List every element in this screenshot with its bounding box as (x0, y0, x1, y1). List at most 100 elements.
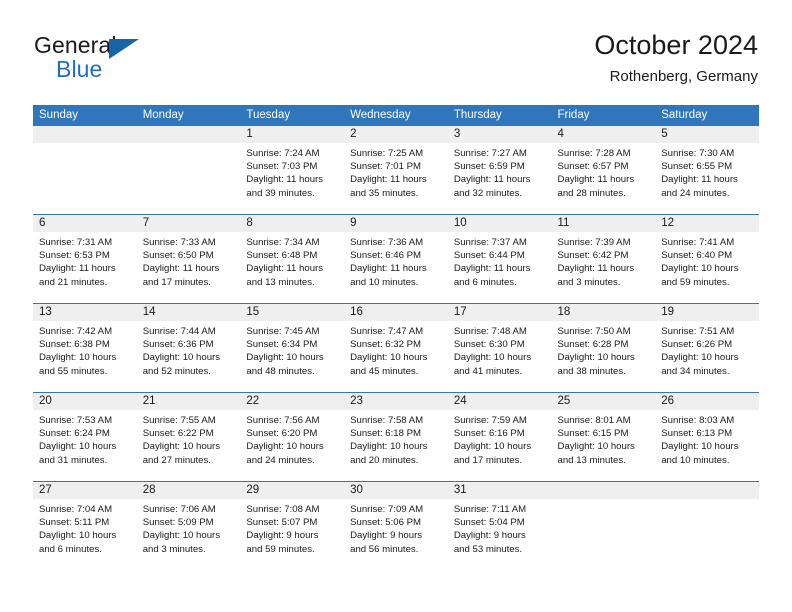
day-sun-info: Sunrise: 7:50 AM Sunset: 6:28 PM Daylight:… (552, 321, 656, 378)
calendar-day-cell[interactable]: 7 Sunrise: 7:33 AM Sunset: 6:50 PM Daylight… (136, 214, 241, 304)
sunset-text: Sunset: 6:26 PM (661, 339, 733, 351)
sunrise-text: Sunrise: 7:25 AM (350, 148, 424, 159)
sunset-text: Sunset: 6:22 PM (142, 428, 214, 440)
daylight-text-line2: and 3 minutes. (557, 276, 621, 288)
day-number-band: 19 (655, 304, 759, 321)
daylight-text-line2: and 45 minutes. (350, 365, 419, 377)
calendar-day-cell[interactable]: 29 Sunrise: 7:08 AM Sunset: 5:07 PM Dayligh… (240, 481, 345, 570)
calendar-day-cell[interactable]: 31 Sunrise: 7:11 AM Sunset: 5:04 PM Dayligh… (447, 481, 552, 570)
sunset-text: Sunset: 5:09 PM (142, 517, 214, 529)
daylight-text-line1: Daylight: 10 hours (557, 441, 635, 453)
sunset-text: Sunset: 6:32 PM (350, 339, 422, 351)
calendar-day-cell[interactable]: 17 Sunrise: 7:48 AM Sunset: 6:30 PM Dayligh… (447, 303, 552, 393)
calendar-day-cell[interactable]: 11 Sunrise: 7:39 AM Sunset: 6:42 PM Dayligh… (551, 214, 656, 304)
calendar-day-cell[interactable]: 16 Sunrise: 7:47 AM Sunset: 6:32 PM Dayligh… (344, 303, 448, 393)
calendar-day-cell[interactable]: 3 Sunrise: 7:27 AM Sunset: 6:59 PM Daylight… (447, 126, 552, 215)
sunrise-text: Sunrise: 7:28 AM (557, 148, 631, 159)
calendar-day-cell[interactable]: 19 Sunrise: 7:51 AM Sunset: 6:26 PM Dayligh… (655, 303, 759, 393)
day-cell-inner: 1 Sunrise: 7:24 AM Sunset: 7:03 PM Daylight… (240, 126, 345, 214)
calendar-day-cell[interactable]: 13 Sunrise: 7:42 AM Sunset: 6:38 PM Dayligh… (33, 303, 137, 393)
sunrise-text: Sunrise: 7:37 AM (453, 237, 527, 248)
calendar-day-cell-empty (655, 481, 759, 570)
sunrise-text: Sunrise: 7:34 AM (246, 237, 320, 248)
sunrise-text: Sunrise: 7:42 AM (39, 326, 113, 337)
sunset-text: Sunset: 6:34 PM (246, 339, 318, 351)
calendar-day-cell[interactable]: 9 Sunrise: 7:36 AM Sunset: 6:46 PM Daylight… (344, 214, 448, 304)
daylight-text-line1: Daylight: 10 hours (661, 441, 739, 453)
calendar-day-cell[interactable]: 26 Sunrise: 8:03 AM Sunset: 6:13 PM Dayligh… (655, 392, 759, 482)
weekday-header-monday: Monday (136, 105, 241, 126)
calendar-day-cell[interactable]: 20 Sunrise: 7:53 AM Sunset: 6:24 PM Dayligh… (33, 392, 137, 482)
day-cell-inner: 6 Sunrise: 7:31 AM Sunset: 6:53 PM Daylight… (33, 215, 137, 303)
calendar-day-cell[interactable]: 21 Sunrise: 7:55 AM Sunset: 6:22 PM Dayligh… (136, 392, 241, 482)
calendar-day-cell[interactable]: 18 Sunrise: 7:50 AM Sunset: 6:28 PM Dayligh… (551, 303, 656, 393)
calendar-day-cell[interactable]: 28 Sunrise: 7:06 AM Sunset: 5:09 PM Dayligh… (136, 481, 241, 570)
day-sun-info: Sunrise: 7:33 AM Sunset: 6:50 PM Daylight:… (137, 232, 241, 289)
day-number: 28 (142, 484, 156, 496)
day-number: 17 (453, 306, 467, 318)
daylight-text-line2: and 10 minutes. (350, 276, 419, 288)
calendar-day-cell[interactable]: 5 Sunrise: 7:30 AM Sunset: 6:55 PM Daylight… (655, 126, 759, 215)
calendar-week-row: 1 Sunrise: 7:24 AM Sunset: 7:03 PM Daylight… (33, 126, 759, 215)
calendar-day-cell[interactable]: 23 Sunrise: 7:58 AM Sunset: 6:18 PM Dayligh… (344, 392, 448, 482)
page-header: General Blue October 2024 Rothenberg, Ge… (34, 28, 758, 90)
day-number-band: 16 (344, 304, 448, 321)
day-number: 30 (350, 484, 363, 496)
day-number-band: 17 (447, 304, 552, 321)
day-cell-inner: 31 Sunrise: 7:11 AM Sunset: 5:04 PM Dayligh… (447, 482, 552, 570)
general-blue-logo[interactable]: General Blue (34, 32, 154, 86)
calendar-day-cell[interactable]: 14 Sunrise: 7:44 AM Sunset: 6:36 PM Dayligh… (136, 303, 241, 393)
sunrise-text: Sunrise: 7:55 AM (142, 415, 216, 426)
sunrise-text: Sunrise: 7:59 AM (453, 415, 527, 426)
day-cell-inner (33, 126, 137, 214)
day-cell-inner: 29 Sunrise: 7:08 AM Sunset: 5:07 PM Dayligh… (240, 482, 345, 570)
day-number-band: 31 (447, 482, 552, 499)
day-sun-info: Sunrise: 8:01 AM Sunset: 6:15 PM Daylight:… (552, 410, 656, 467)
calendar-day-cell[interactable]: 24 Sunrise: 7:59 AM Sunset: 6:16 PM Dayligh… (447, 392, 552, 482)
sunrise-text: Sunrise: 7:36 AM (350, 237, 424, 248)
logo-text-general: General (34, 32, 117, 58)
calendar-week-row: 13 Sunrise: 7:42 AM Sunset: 6:38 PM Dayligh… (33, 303, 759, 393)
sunset-text: Sunset: 6:20 PM (246, 428, 318, 440)
day-number: 10 (453, 217, 467, 229)
weekday-header-wednesday: Wednesday (344, 105, 448, 126)
calendar-day-cell[interactable]: 12 Sunrise: 7:41 AM Sunset: 6:40 PM Dayligh… (655, 214, 759, 304)
calendar-day-cell[interactable]: 25 Sunrise: 8:01 AM Sunset: 6:15 PM Dayligh… (551, 392, 656, 482)
daylight-text-line1: Daylight: 11 hours (246, 263, 324, 275)
calendar-week-row: 27 Sunrise: 7:04 AM Sunset: 5:11 PM Dayligh… (33, 481, 759, 570)
daylight-text-line1: Daylight: 10 hours (453, 352, 532, 364)
weekday-header-saturday: Saturday (655, 105, 759, 126)
calendar-day-cell[interactable]: 15 Sunrise: 7:45 AM Sunset: 6:34 PM Dayligh… (240, 303, 345, 393)
day-number: 12 (661, 217, 675, 229)
daylight-text-line2: and 20 minutes. (350, 454, 419, 466)
calendar-day-cell[interactable]: 30 Sunrise: 7:09 AM Sunset: 5:06 PM Dayligh… (344, 481, 448, 570)
day-sun-info: Sunrise: 7:30 AM Sunset: 6:55 PM Daylight:… (655, 143, 759, 200)
day-sun-info: Sunrise: 7:58 AM Sunset: 6:18 PM Daylight:… (344, 410, 448, 467)
calendar-day-cell[interactable]: 10 Sunrise: 7:37 AM Sunset: 6:44 PM Dayligh… (447, 214, 552, 304)
calendar-day-cell[interactable]: 2 Sunrise: 7:25 AM Sunset: 7:01 PM Daylight… (344, 126, 448, 215)
day-number-band: 15 (240, 304, 345, 321)
day-number: 21 (142, 395, 156, 407)
calendar-page: General Blue October 2024 Rothenberg, Ge… (0, 0, 792, 612)
logo-text-blue: Blue (56, 56, 103, 82)
sunset-text: Sunset: 6:59 PM (453, 161, 525, 173)
calendar-day-cell[interactable]: 27 Sunrise: 7:04 AM Sunset: 5:11 PM Dayligh… (33, 481, 137, 570)
day-sun-info: Sunrise: 7:27 AM Sunset: 6:59 PM Daylight:… (448, 143, 552, 200)
day-sun-info: Sunrise: 7:08 AM Sunset: 5:07 PM Daylight:… (240, 499, 344, 556)
daylight-text-line1: Daylight: 11 hours (350, 263, 427, 275)
day-number: 19 (661, 306, 675, 318)
calendar-day-cell[interactable]: 22 Sunrise: 7:56 AM Sunset: 6:20 PM Dayligh… (240, 392, 345, 482)
calendar-day-cell[interactable]: 4 Sunrise: 7:28 AM Sunset: 6:57 PM Daylight… (551, 126, 656, 215)
daylight-text-line1: Daylight: 10 hours (246, 352, 324, 364)
sunset-text: Sunset: 6:18 PM (350, 428, 422, 440)
day-number-band: 11 (551, 215, 656, 232)
day-number: 6 (39, 217, 46, 229)
calendar-day-cell[interactable]: 6 Sunrise: 7:31 AM Sunset: 6:53 PM Daylight… (33, 214, 137, 304)
sunset-text: Sunset: 6:40 PM (661, 250, 733, 262)
calendar-day-cell[interactable]: 8 Sunrise: 7:34 AM Sunset: 6:48 PM Daylight… (240, 214, 345, 304)
day-number: 5 (661, 128, 668, 140)
day-number-band (33, 126, 137, 143)
day-cell-inner: 15 Sunrise: 7:45 AM Sunset: 6:34 PM Dayligh… (240, 304, 345, 392)
daylight-text-line2: and 48 minutes. (246, 365, 315, 377)
calendar-day-cell[interactable]: 1 Sunrise: 7:24 AM Sunset: 7:03 PM Daylight… (240, 126, 345, 215)
